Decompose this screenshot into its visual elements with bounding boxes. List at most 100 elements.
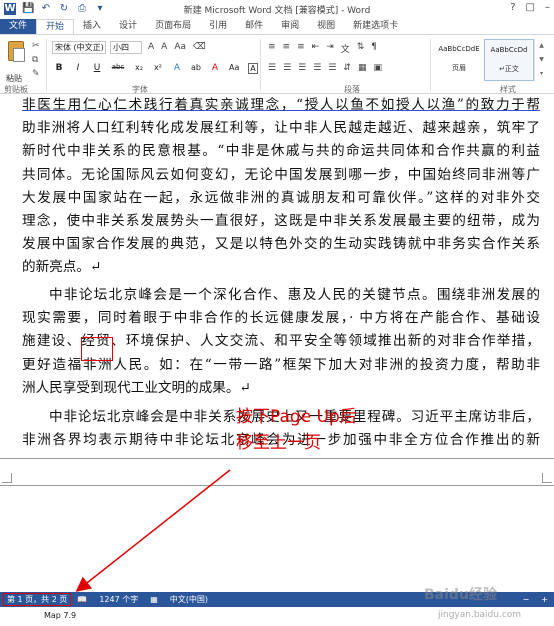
align-left-icon[interactable]: ☰ <box>268 63 276 73</box>
clipboard-tools: ✂ ⧉ ✎ <box>32 41 40 79</box>
text-line: 发展中国家合作发展的典范，又是以特色外交的生动实践铸就中非务实合作关系 <box>22 236 540 253</box>
tab-references[interactable]: 引用 <box>200 19 236 34</box>
document-area[interactable]: 非医生用仁心仁术践行着真实亲诚理念，“授人以鱼不如授人以渔”的致力于帮 助非洲将… <box>0 94 554 592</box>
char-border-button[interactable]: A <box>248 63 258 74</box>
tab-layout[interactable]: 页面布局 <box>146 19 200 34</box>
font-name-box[interactable]: 宋体 (中文正) <box>52 41 106 54</box>
font-color-button[interactable]: A <box>210 63 220 74</box>
group-divider <box>46 39 47 91</box>
bold-button[interactable]: B <box>54 63 64 74</box>
font-size-tools: A A Aa ⌫ <box>148 42 206 52</box>
page-corner-mark <box>2 473 12 483</box>
align-right-icon[interactable]: ☰ <box>298 63 306 73</box>
window-controls: ? □ – <box>510 2 550 13</box>
format-painter-icon[interactable]: ✎ <box>32 69 40 79</box>
map-label: Map 7.9 <box>44 611 77 620</box>
tab-design[interactable]: 设计 <box>110 19 146 34</box>
style-header[interactable]: AaBbCcDdE 页眉 <box>434 39 484 81</box>
watermark-url: jingyan.baidu.com <box>438 610 522 620</box>
annotation-text: 按下Page Up后 移至上一页 <box>236 404 357 456</box>
text-line: 助非洲将人口红利转化成发展红利等，让中非人民越走越近、越来越亲，筑牢了 <box>22 120 540 137</box>
shrink-font-icon[interactable]: A <box>161 42 167 52</box>
annotation-line: 按下Page Up后 <box>236 407 357 427</box>
line-spacing-icon[interactable]: ⇵ <box>343 63 351 73</box>
copy-icon[interactable]: ⧉ <box>32 55 40 65</box>
styles-scroll[interactable]: ▲ ▼ ▾ <box>534 39 548 81</box>
cut-icon[interactable]: ✂ <box>32 41 40 51</box>
font-size-box[interactable]: 小四 <box>110 41 142 54</box>
highlight-box <box>81 337 113 361</box>
text-line: 的新亮点。↵ <box>22 259 102 276</box>
justify-icon[interactable]: ☰ <box>313 63 321 73</box>
decrease-indent-icon[interactable]: ⇤ <box>312 42 320 55</box>
styles-gallery: AaBbCcDdE 页眉 AaBbCcDd ↵正文 ▲ ▼ ▾ <box>434 39 550 81</box>
italic-button[interactable]: I <box>73 63 83 74</box>
paste-button[interactable] <box>6 39 28 69</box>
chinese-layout-icon[interactable]: 文 <box>341 42 350 55</box>
macro-icon[interactable]: ▦ <box>144 595 164 604</box>
show-marks-icon[interactable]: ¶ <box>371 42 377 55</box>
zoom-out-icon[interactable]: − <box>517 595 536 604</box>
tab-file[interactable]: 文件 <box>0 19 37 34</box>
word-count[interactable]: 1247 个字 <box>93 594 144 605</box>
tab-new[interactable]: 新建选项卡 <box>344 19 407 34</box>
page-indicator[interactable]: 第 1 页，共 2 页 <box>3 593 72 606</box>
text-line: 共同体。无论国际风云如何变幻，无论中国发展到哪一步，中国始终同非洲等广 <box>22 166 540 183</box>
group-divider <box>430 39 431 91</box>
text-line: 新时代中非关系的民意根基。“中非是休戚与共的命运共同体和合作共赢的利益 <box>22 143 540 160</box>
text-effects-button[interactable]: A <box>172 63 182 74</box>
bullets-icon[interactable]: ≡ <box>268 42 276 55</box>
style-normal[interactable]: AaBbCcDd ↵正文 <box>484 39 534 81</box>
format-buttons: B I U abc x₂ x² A ab A Aa A <box>54 63 258 74</box>
text-line: 大发展中国家站在一起，永远做非洲的真诚朋友和可靠伙伴。”这样的对非外交 <box>22 189 540 206</box>
style-preview: AaBbCcDd <box>490 46 528 54</box>
paragraph-1: 非医生用仁心仁术践行着真实亲诚理念，“授人以鱼不如授人以渔”的致力于帮 助非洲将… <box>22 94 540 280</box>
style-preview: AaBbCcDdE <box>438 45 480 53</box>
ribbon-tabs: 文件 开始 插入 设计 页面布局 引用 邮件 审阅 视图 新建选项卡 <box>0 18 554 34</box>
paste-sheet-icon <box>13 48 25 62</box>
shading-icon[interactable]: ▦ <box>358 63 367 73</box>
superscript-button[interactable]: x² <box>153 63 163 74</box>
subscript-button[interactable]: x₂ <box>134 63 144 74</box>
tab-review[interactable]: 审阅 <box>272 19 308 34</box>
clear-format-icon[interactable]: ⌫ <box>193 42 206 52</box>
multilevel-icon[interactable]: ≡ <box>297 42 305 55</box>
paragraph-tools-top: ≡ ≡ ≡ ⇤ ⇥ 文 ⇅ ¶ <box>268 42 377 55</box>
zoom-in-icon[interactable]: + <box>535 595 554 604</box>
text-line: 中非论坛北京峰会是一个深化合作、惠及人民的关键节点。围绕非洲发展的 <box>49 287 540 303</box>
increase-indent-icon[interactable]: ⇥ <box>326 42 334 55</box>
title-bar: W 💾 ↶ ↻ ⎙ ▾ 新建 Microsoft Word 文档 [兼容模式] … <box>0 0 554 18</box>
tab-insert[interactable]: 插入 <box>74 19 110 34</box>
align-center-icon[interactable]: ☰ <box>283 63 291 73</box>
text-line: 现实需要，同时着眼于中非合作的长远健康发展，· 中方将在产能合作、基础设 <box>22 310 540 327</box>
sort-icon[interactable]: ⇅ <box>357 42 365 55</box>
paste-label: 粘贴 <box>6 74 22 83</box>
text-line: 理念，使中非关系发展势头一直很好，这既是中非关系发展最主要的纽带，成为 <box>22 212 540 229</box>
ribbon-display-icon[interactable]: □ <box>526 2 535 13</box>
style-name: 页眉 <box>452 64 466 72</box>
tab-home[interactable]: 开始 <box>36 19 75 34</box>
change-case-icon[interactable]: Aa <box>174 42 186 52</box>
language-indicator[interactable]: 中文(中国) <box>164 594 214 605</box>
window-title: 新建 Microsoft Word 文档 [兼容模式] - Word <box>183 6 371 16</box>
distributed-icon[interactable]: ☰ <box>328 63 336 73</box>
minimize-icon[interactable]: – <box>545 2 550 13</box>
text-line: 洲人民享受到现代工业文明的成果。↵ <box>22 379 251 396</box>
underline-button[interactable]: U <box>92 63 102 74</box>
strikethrough-button[interactable]: abc <box>111 63 125 74</box>
text-line: 非医生用仁心仁术践行着真实亲诚理念，“授人以鱼不如授人以渔”的致力于帮 <box>22 94 540 117</box>
tab-view[interactable]: 视图 <box>308 19 344 34</box>
proofing-icon[interactable]: 📖 <box>71 595 93 604</box>
watermark-logo: Baidu经验 <box>424 587 497 603</box>
tab-mailings[interactable]: 邮件 <box>236 19 272 34</box>
borders-icon[interactable]: ▣ <box>373 63 382 73</box>
help-button[interactable]: ? <box>510 2 515 13</box>
highlight-button[interactable]: ab <box>191 63 201 74</box>
page-gap <box>0 458 554 486</box>
case-button[interactable]: Aa <box>229 63 239 74</box>
annotation-line: 移至上一页 <box>236 433 321 453</box>
numbering-icon[interactable]: ≡ <box>283 42 291 55</box>
grow-font-icon[interactable]: A <box>148 42 154 52</box>
paragraph-tools-bottom: ☰ ☰ ☰ ☰ ☰ ⇵ ▦ ▣ <box>268 63 382 73</box>
page-corner-mark <box>542 473 552 483</box>
